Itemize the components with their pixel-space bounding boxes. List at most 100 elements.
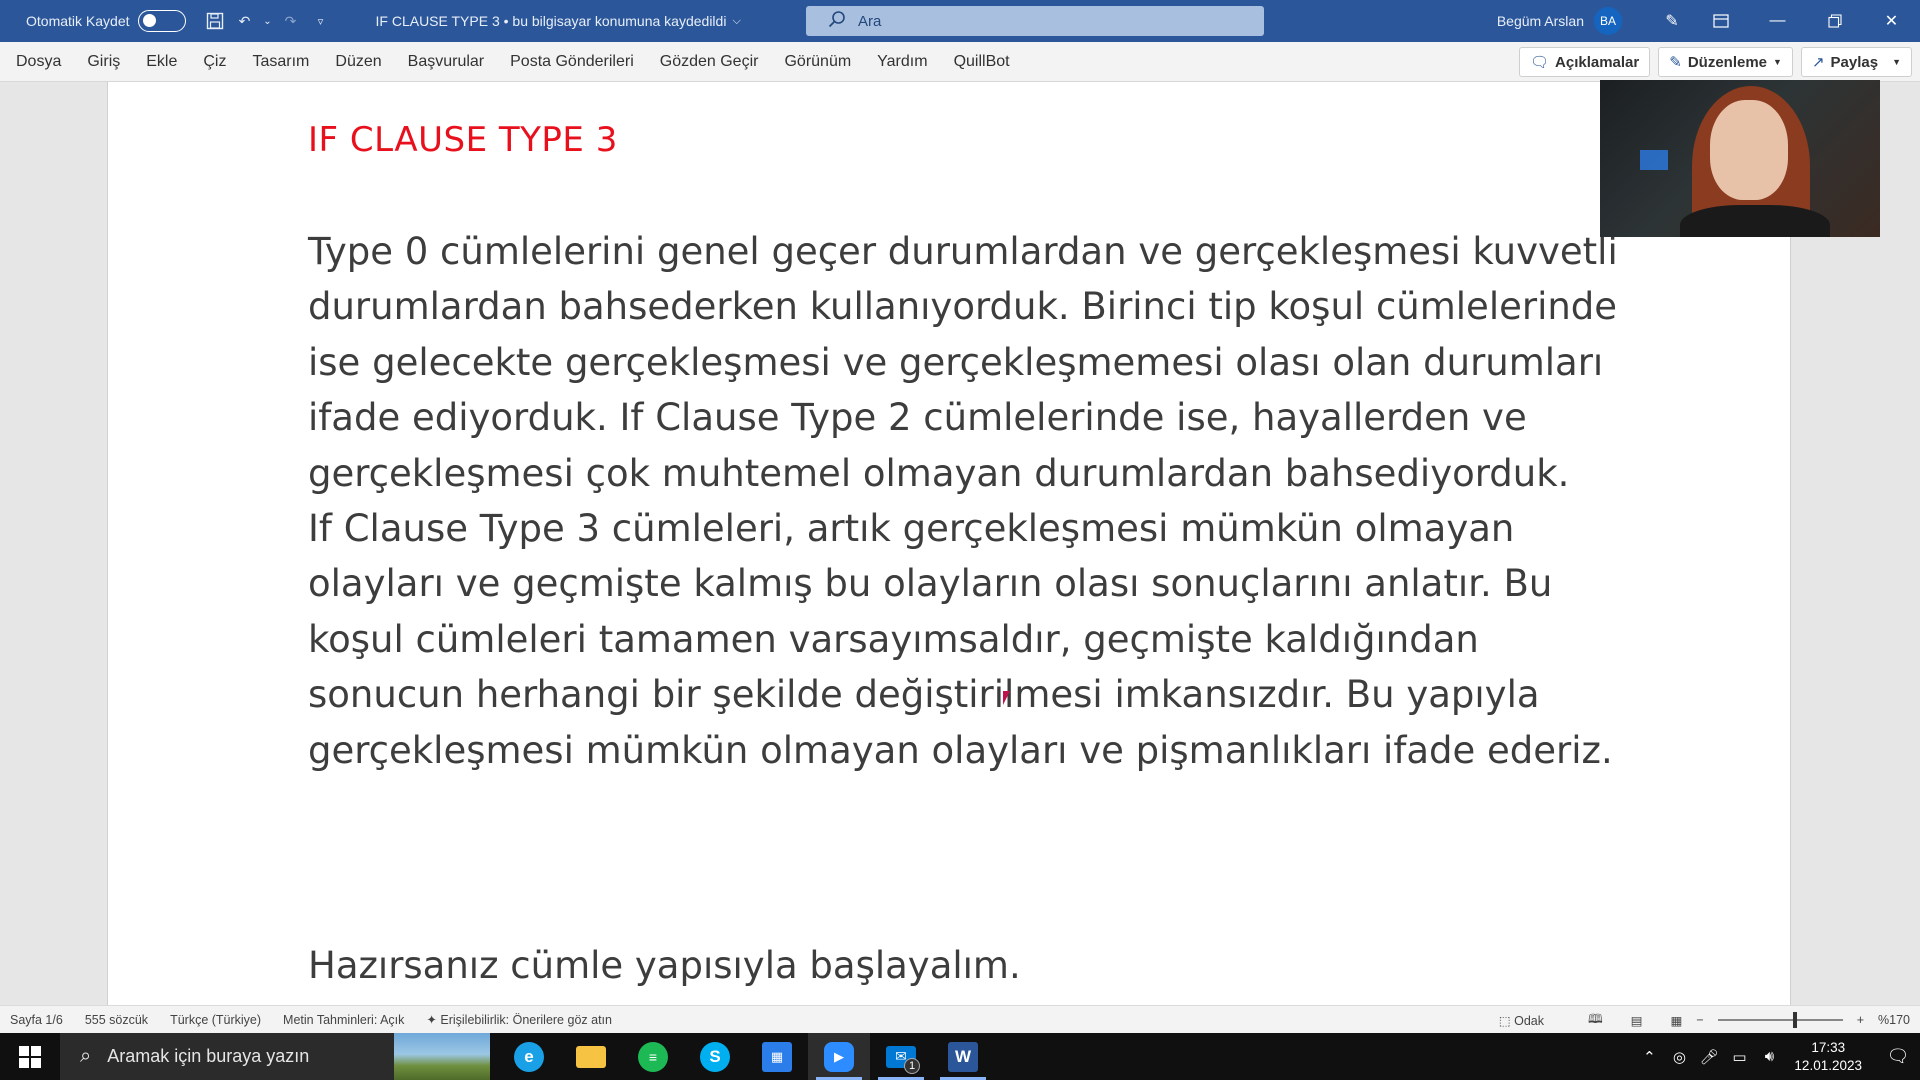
document-heading[interactable]: IF CLAUSE TYPE 3 xyxy=(308,120,618,160)
zoom-icon: ▶ xyxy=(824,1041,854,1072)
chevron-up-icon[interactable]: ⌃ xyxy=(1634,1048,1664,1066)
document-page[interactable]: IF CLAUSE TYPE 3 Type 0 cümlelerini gene… xyxy=(107,82,1791,1005)
accessibility-status[interactable]: ✦ Erişilebilirlik: Önerilere göz atın xyxy=(415,1012,623,1027)
taskbar-app-skype[interactable]: S xyxy=(684,1033,746,1080)
paragraph-3[interactable]: Hazırsanız cümle yapısıyla başlayalım. xyxy=(308,944,1021,987)
taskbar-app-spotify[interactable]: ≡ xyxy=(622,1033,684,1080)
taskbar-app-file-explorer[interactable] xyxy=(560,1033,622,1080)
chevron-down-icon: ▼ xyxy=(1892,57,1901,67)
mouse-cursor xyxy=(1003,691,1010,705)
taskbar-search[interactable]: ⌕ Aramak için buraya yazın xyxy=(60,1033,490,1080)
ribbon-display-icon[interactable] xyxy=(1692,0,1749,42)
tab-gozden-gecir[interactable]: Gözden Geçir xyxy=(647,53,772,71)
zoom-level[interactable]: %170 xyxy=(1878,1013,1910,1027)
document-body[interactable]: Type 0 cümlelerini genel geçer durumlard… xyxy=(308,224,1618,778)
customize-toolbar-icon[interactable]: ▿ xyxy=(306,6,336,36)
system-tray: ⌃ ◎ 🎤︎ ▭ 🔊︎ 17:33 12.01.2023 🗨︎ xyxy=(1634,1033,1920,1080)
microphone-icon[interactable]: 🎤︎ xyxy=(1694,1048,1724,1066)
taskbar-app-store[interactable]: ▦ xyxy=(746,1033,808,1080)
tab-ciz[interactable]: Çiz xyxy=(190,53,239,71)
status-bar: Sayfa 1/6 555 sözcük Türkçe (Türkiye) Me… xyxy=(0,1005,1920,1033)
word-count[interactable]: 555 sözcük xyxy=(74,1013,159,1027)
paragraph-1[interactable]: Type 0 cümlelerini genel geçer durumlard… xyxy=(308,224,1618,501)
minimize-button[interactable]: — xyxy=(1749,0,1806,42)
tab-posta-gonderileri[interactable]: Posta Gönderileri xyxy=(497,53,647,71)
share-icon: ↗ xyxy=(1811,54,1825,71)
close-button[interactable]: ✕ xyxy=(1863,0,1920,42)
save-icon[interactable] xyxy=(200,6,230,36)
text-predictions[interactable]: Metin Tahminleri: Açık xyxy=(272,1013,415,1027)
notification-icon[interactable]: 🗨︎ xyxy=(1876,1046,1920,1067)
share-label: Paylaş xyxy=(1830,53,1879,71)
document-title-text: IF CLAUSE TYPE 3 • bu bilgisayar konumun… xyxy=(375,13,727,29)
autosave-label: Otomatik Kaydet xyxy=(26,13,130,29)
tab-gorunum[interactable]: Görünüm xyxy=(771,53,864,71)
web-layout-icon[interactable]: ▦ xyxy=(1671,1013,1683,1028)
avatar[interactable]: BA xyxy=(1594,7,1622,35)
accessibility-icon: ✦ xyxy=(426,1013,437,1027)
taskbar-app-mail[interactable]: ✉ 1 xyxy=(870,1033,932,1080)
clock-time: 17:33 xyxy=(1811,1039,1846,1055)
pen-icon[interactable]: ✎ xyxy=(1652,0,1692,42)
tab-dosya[interactable]: Dosya xyxy=(0,53,74,71)
tab-tasarim[interactable]: Tasarım xyxy=(239,53,322,71)
zoom-out-icon[interactable]: − xyxy=(1696,1013,1703,1027)
start-button[interactable] xyxy=(0,1033,60,1080)
undo-dropdown-icon[interactable]: ⌄ xyxy=(260,6,276,36)
editing-mode-button[interactable]: ✎ Düzenleme ▼ xyxy=(1658,47,1793,77)
title-bar: Otomatik Kaydet ↶ ⌄ ↷ ▿ IF CLAUSE TYPE 3… xyxy=(0,0,1920,42)
presenter-shirt xyxy=(1680,205,1830,237)
zoom-slider[interactable] xyxy=(1717,1012,1843,1028)
ribbon-tabs: Dosya Giriş Ekle Çiz Tasarım Düzen Başvu… xyxy=(0,42,1920,82)
taskbar-app-word[interactable]: W xyxy=(932,1033,994,1080)
taskbar-app-edge[interactable]: e xyxy=(498,1033,560,1080)
comment-icon: 🗨︎ xyxy=(1529,54,1550,71)
document-title[interactable]: IF CLAUSE TYPE 3 • bu bilgisayar konumun… xyxy=(376,13,741,29)
zoom-in-icon[interactable]: + xyxy=(1857,1013,1864,1027)
volume-icon[interactable]: 🔊︎ xyxy=(1754,1048,1784,1065)
focus-label: Odak xyxy=(1514,1013,1545,1028)
user-name[interactable]: Begüm Arslan xyxy=(1497,13,1584,29)
paragraph-2[interactable]: If Clause Type 3 cümleleri, artık gerçek… xyxy=(308,501,1618,778)
tab-basvurular[interactable]: Başvurular xyxy=(395,53,497,71)
tab-giris[interactable]: Giriş xyxy=(74,53,133,71)
taskbar-search-placeholder: Aramak için buraya yazın xyxy=(107,1046,310,1066)
search-icon xyxy=(828,10,846,32)
camera-icon[interactable]: ◎ xyxy=(1664,1048,1694,1066)
edge-icon: e xyxy=(514,1041,544,1072)
restore-button[interactable] xyxy=(1806,0,1863,42)
search-box[interactable]: Ara xyxy=(806,6,1264,36)
autosave-control[interactable]: Otomatik Kaydet xyxy=(26,10,186,32)
background-screen xyxy=(1640,150,1668,170)
spotify-icon: ≡ xyxy=(638,1041,668,1072)
redo-icon[interactable]: ↷ xyxy=(276,6,306,36)
language-indicator[interactable]: Türkçe (Türkiye) xyxy=(159,1013,272,1027)
comments-label: Açıklamalar xyxy=(1555,53,1640,71)
tab-yardim[interactable]: Yardım xyxy=(864,53,940,71)
mail-badge: 1 xyxy=(904,1058,920,1074)
clock[interactable]: 17:33 12.01.2023 xyxy=(1794,1039,1862,1075)
zoom-slider-thumb[interactable] xyxy=(1792,1012,1797,1028)
autosave-toggle[interactable] xyxy=(137,10,186,32)
folder-icon xyxy=(576,1045,606,1068)
store-icon: ▦ xyxy=(762,1041,792,1072)
editing-label: Düzenleme xyxy=(1687,53,1768,71)
tab-quillbot[interactable]: QuillBot xyxy=(941,53,1023,71)
page-count[interactable]: Sayfa 1/6 xyxy=(0,1013,74,1027)
skype-icon: S xyxy=(700,1041,730,1072)
tab-duzen[interactable]: Düzen xyxy=(322,53,394,71)
share-button[interactable]: ↗ Paylaş ▼ xyxy=(1800,47,1912,77)
taskbar-app-zoom[interactable]: ▶ xyxy=(808,1033,870,1080)
tab-ekle[interactable]: Ekle xyxy=(133,53,190,71)
search-placeholder: Ara xyxy=(858,12,882,30)
windows-taskbar: ⌕ Aramak için buraya yazın e ≡ S ▦ ▶ ✉ 1… xyxy=(0,1033,1920,1080)
comments-button[interactable]: 🗨︎ Açıklamalar xyxy=(1518,47,1651,77)
focus-mode-button[interactable]: ⬚ Odak xyxy=(1499,1013,1544,1028)
battery-icon[interactable]: ▭ xyxy=(1724,1048,1754,1066)
read-mode-icon[interactable]: 🕮︎ xyxy=(1588,1010,1603,1031)
search-highlight-image xyxy=(394,1033,490,1080)
presenter-face xyxy=(1710,100,1788,200)
video-thumbnail xyxy=(1600,80,1880,237)
undo-icon[interactable]: ↶ xyxy=(230,6,260,36)
print-layout-icon[interactable]: ▤ xyxy=(1631,1013,1643,1028)
